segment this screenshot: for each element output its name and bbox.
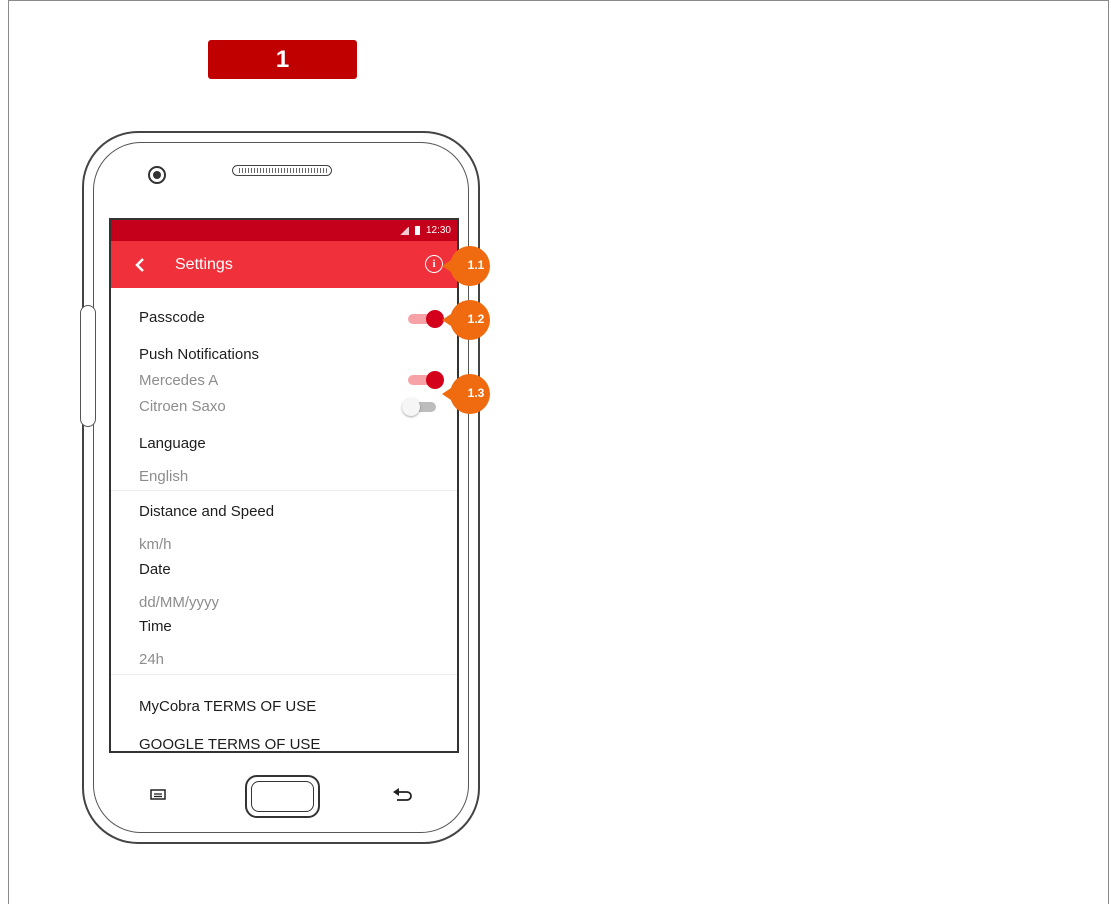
language-label[interactable]: Language <box>139 435 206 452</box>
terms-link-mycobra[interactable]: MyCobra TERMS OF USE <box>139 698 316 715</box>
vehicle-label: Mercedes A <box>139 372 219 389</box>
page-title: Settings <box>175 255 233 273</box>
terms-link-google[interactable]: GOOGLE TERMS OF USE <box>139 736 320 751</box>
callout-label: 1.3 <box>467 386 485 400</box>
status-bar: 12:30 <box>111 220 457 241</box>
passcode-toggle[interactable] <box>408 310 444 328</box>
speaker-grille <box>232 165 332 176</box>
distance-speed-value[interactable]: km/h <box>139 536 172 553</box>
date-label[interactable]: Date <box>139 561 171 578</box>
back-arrow-icon[interactable] <box>392 786 414 802</box>
vehicle-notification-toggle-mercedes[interactable] <box>408 371 444 389</box>
battery-icon <box>414 226 420 235</box>
side-button <box>80 305 96 427</box>
distance-speed-label[interactable]: Distance and Speed <box>139 503 274 520</box>
date-value[interactable]: dd/MM/yyyy <box>139 594 219 611</box>
vehicle-label: Citroen Saxo <box>139 398 226 415</box>
time-value[interactable]: 24h <box>139 651 164 668</box>
camera-icon <box>148 166 166 184</box>
callout-marker: 1.2 <box>442 298 490 340</box>
time-label[interactable]: Time <box>139 618 172 635</box>
callout-marker: 1.3 <box>442 372 490 414</box>
phone-screen: 12:30 Settings i Passcode Push Notificat… <box>109 218 459 753</box>
settings-list: Passcode Push Notifications Mercedes A C… <box>111 288 457 751</box>
divider <box>111 490 457 491</box>
home-button[interactable] <box>245 775 320 818</box>
callout-label: 1.2 <box>467 312 485 326</box>
language-value[interactable]: English <box>139 468 188 485</box>
signal-icon <box>398 226 409 235</box>
chevron-left-icon[interactable] <box>129 254 151 276</box>
step-badge: 1 <box>208 40 357 79</box>
app-bar: Settings i <box>111 241 457 288</box>
passcode-label: Passcode <box>139 309 205 326</box>
callout-label: 1.1 <box>467 258 485 272</box>
status-time: 12:30 <box>425 225 451 236</box>
divider <box>111 674 457 675</box>
callout-marker: 1.1 <box>442 244 490 286</box>
menu-icon[interactable] <box>150 789 166 800</box>
vehicle-notification-toggle-citroen[interactable] <box>402 398 438 416</box>
push-notifications-label: Push Notifications <box>139 346 260 363</box>
